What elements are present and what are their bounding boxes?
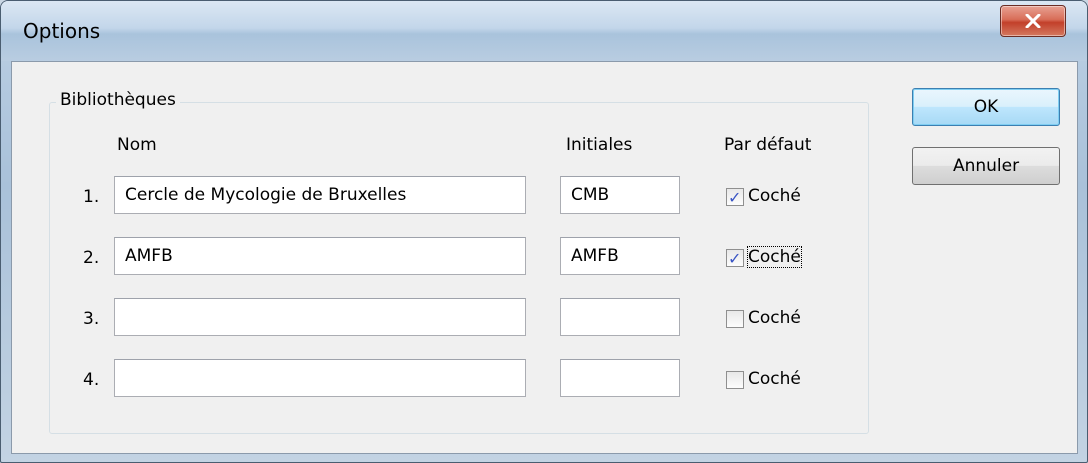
checkbox-label: Coché [747,246,802,268]
checkbox-label: Coché [748,308,801,328]
ok-button[interactable]: OK [912,88,1060,126]
column-header-default: Par défaut [724,135,812,155]
checkbox-label: Coché [748,369,801,389]
column-header-name: Nom [117,135,157,155]
group-label: Bibliothèques [56,90,180,110]
initials-input-4[interactable] [560,359,680,397]
name-input-1[interactable]: Cercle de Mycologie de Bruxelles [114,176,526,214]
options-dialog: Options Bibliothèques Nom Initiales Par … [0,0,1088,463]
row-number-4: 4. [83,370,100,390]
row-number-3: 3. [83,309,100,329]
window-title: Options [23,19,101,43]
initials-input-1[interactable]: CMB [560,176,680,214]
column-header-initials: Initiales [566,135,633,155]
cancel-button[interactable]: Annuler [912,147,1060,185]
initials-input-3[interactable] [560,298,680,336]
row-number-2: 2. [83,248,100,268]
name-input-4[interactable] [114,359,526,397]
checkbox-box[interactable]: ✓ [726,249,744,268]
close-icon [1025,14,1041,28]
checkbox-label: Coché [748,186,801,206]
checkbox-box[interactable]: ✓ [726,310,744,328]
dialog-body: Bibliothèques Nom Initiales Par défaut 1… [11,61,1078,454]
checkbox-box[interactable]: ✓ [726,371,744,389]
checkbox-box[interactable]: ✓ [726,188,744,207]
close-button[interactable] [1000,5,1066,37]
checkmark-icon: ✓ [728,249,742,268]
title-bar[interactable]: Options [1,1,1087,61]
row-number-1: 1. [83,187,100,207]
name-input-2[interactable]: AMFB [114,237,526,275]
checkmark-icon: ✓ [728,188,742,207]
initials-input-2[interactable]: AMFB [560,237,680,275]
name-input-3[interactable] [114,298,526,336]
